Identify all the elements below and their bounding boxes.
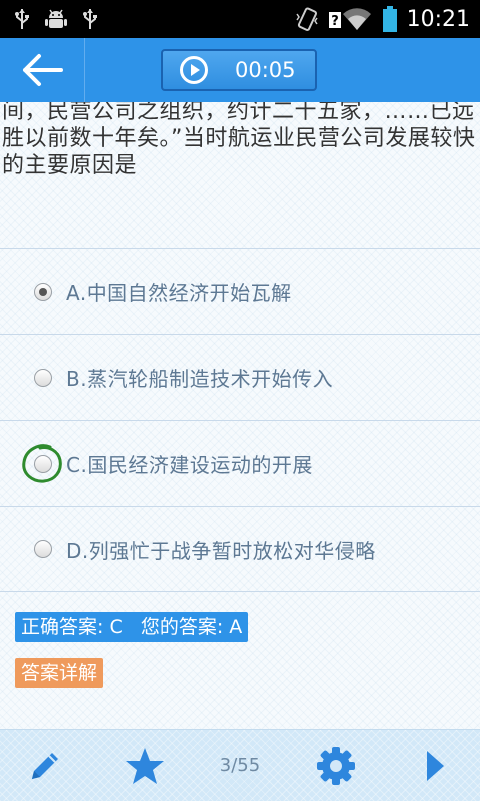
- favorite-button[interactable]: [120, 730, 170, 801]
- radio-button[interactable]: [34, 454, 52, 473]
- android-debug-icon: [45, 9, 67, 28]
- option-d[interactable]: D.列强忙于战争暂时放松对华侵略: [0, 506, 480, 592]
- svg-text:?: ?: [331, 14, 339, 29]
- radio-button-selected[interactable]: [34, 282, 52, 301]
- next-arrow-icon: [427, 750, 444, 781]
- option-c[interactable]: C.国民经济建设运动的开展: [0, 420, 480, 506]
- status-bar: ? 10:21: [0, 0, 480, 38]
- elapsed-time: 00:05: [235, 58, 296, 82]
- question-text: 间，民营公司之组织，约计二十五家，……已远胜以前数十年矣。”当时航运业民营公司发…: [2, 102, 476, 178]
- gear-icon: [317, 746, 355, 785]
- radio-button[interactable]: [34, 540, 52, 558]
- answer-detail-button[interactable]: 答案详解: [15, 658, 104, 688]
- pencil-icon: [32, 752, 58, 779]
- bottom-toolbar: 3/55: [0, 729, 480, 801]
- radio-button[interactable]: [34, 368, 52, 387]
- option-a[interactable]: A.中国自然经济开始瓦解: [0, 248, 480, 334]
- note-button[interactable]: [20, 730, 70, 801]
- notification-icons: [14, 8, 98, 32]
- usb-icon: [15, 9, 29, 29]
- option-label: C.国民经济建设运动的开展: [66, 453, 313, 477]
- vibrate-icon: [295, 7, 318, 31]
- page-indicator: 3/55: [219, 755, 261, 776]
- wifi-icon: ?: [328, 8, 371, 30]
- star-icon: [126, 747, 164, 784]
- answer-result-badge: 正确答案: C 您的答案: A: [15, 612, 249, 642]
- option-label: A.中国自然经济开始瓦解: [66, 281, 292, 305]
- option-b[interactable]: B.蒸汽轮船制造技术开始传入: [0, 334, 480, 420]
- question-area: 间，民营公司之组织，约计二十五家，……已远胜以前数十年矣。”当时航运业民营公司发…: [0, 102, 480, 248]
- option-label: B.蒸汽轮船制造技术开始传入: [66, 367, 334, 391]
- usb-icon: [83, 9, 97, 29]
- app-bar: 00:05: [0, 38, 480, 102]
- next-question-button[interactable]: [415, 730, 455, 801]
- clock: 10:21: [406, 6, 470, 32]
- option-label: D.列强忙于战争暂时放松对华侵略: [66, 538, 376, 563]
- settings-button[interactable]: [310, 730, 362, 801]
- timer-button[interactable]: 00:05: [161, 49, 317, 91]
- battery-icon: [382, 6, 397, 32]
- play-icon: [180, 56, 208, 84]
- back-button[interactable]: [0, 38, 85, 102]
- back-arrow-icon: [23, 54, 63, 86]
